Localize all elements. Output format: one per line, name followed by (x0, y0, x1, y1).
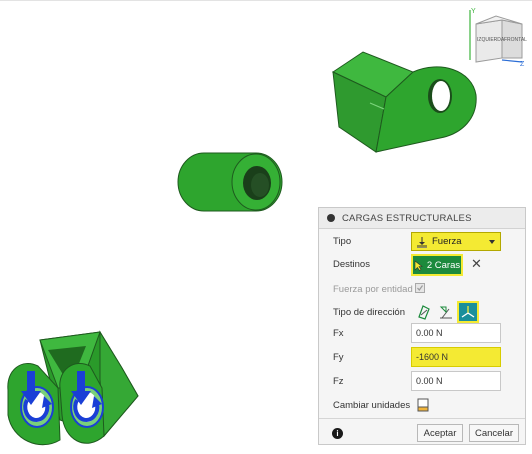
destinos-count: 2 Caras (426, 259, 461, 271)
cursor-arrow-icon (414, 259, 423, 271)
tipo-value: Fuerza (432, 236, 462, 247)
footer-divider (319, 418, 525, 419)
fz-row: Fz 0.00 N (319, 371, 525, 393)
clear-selection-icon[interactable]: ✕ (471, 257, 482, 271)
tipo-direccion-row: Tipo de dirección (319, 301, 525, 324)
tube-part[interactable] (177, 152, 283, 212)
units-icon[interactable] (417, 398, 429, 412)
destinos-label: Destinos (333, 259, 370, 270)
cancel-button[interactable]: Cancelar (469, 424, 519, 442)
fy-label: Fy (333, 352, 344, 363)
viewcube-axis-z: Z (520, 61, 525, 66)
chevron-down-icon (489, 240, 495, 244)
destinos-select-button[interactable]: 2 Caras (411, 254, 463, 276)
accept-button[interactable]: Aceptar (417, 424, 463, 442)
tipo-dropdown[interactable]: Fuerza (411, 232, 501, 251)
fuerza-entidad-row: Fuerza por entidad (319, 279, 525, 301)
dialog-title: CARGAS ESTRUCTURALES (342, 212, 472, 224)
xyz-vectors-icon[interactable] (457, 301, 479, 323)
angle-vector-icon[interactable] (415, 303, 433, 321)
check-icon (417, 285, 423, 291)
fuerza-entidad-label: Fuerza por entidad (333, 284, 413, 295)
cambiar-unidades-label: Cambiar unidades (333, 400, 411, 411)
viewcube[interactable]: IZQUIERDA FRONTAL Y Z (462, 6, 528, 68)
normal-icon[interactable] (437, 303, 455, 321)
bracket-part-top[interactable] (331, 51, 477, 153)
cambiar-unidades-row: Cambiar unidades (319, 395, 525, 417)
viewcube-left-face: IZQUIERDA (477, 37, 505, 43)
fx-input[interactable]: 0.00 N (411, 323, 501, 343)
fx-label: Fx (333, 328, 344, 339)
fuerza-entidad-checkbox[interactable] (415, 283, 425, 293)
z-axis-icon (501, 59, 523, 63)
fx-row: Fx 0.00 N (319, 323, 525, 345)
destinos-row: Destinos 2 Caras ✕ (319, 254, 525, 276)
tipo-row: Tipo Fuerza (319, 231, 525, 253)
viewcube-front-face: FRONTAL (504, 37, 527, 43)
structural-loads-dialog: CARGAS ESTRUCTURALES Tipo Fuerza Destino… (318, 207, 526, 445)
tipo-label: Tipo (333, 236, 352, 247)
tipo-direccion-label: Tipo de dirección (333, 307, 405, 318)
viewcube-axis-y: Y (471, 8, 476, 15)
collapse-icon[interactable] (327, 214, 335, 222)
info-icon[interactable]: i (332, 428, 343, 439)
fy-row: Fy -1600 N (319, 347, 525, 369)
force-icon (417, 236, 427, 248)
dialog-header[interactable]: CARGAS ESTRUCTURALES (319, 208, 525, 229)
fy-input[interactable]: -1600 N (411, 347, 501, 367)
fz-label: Fz (333, 376, 344, 387)
fz-input[interactable]: 0.00 N (411, 371, 501, 391)
